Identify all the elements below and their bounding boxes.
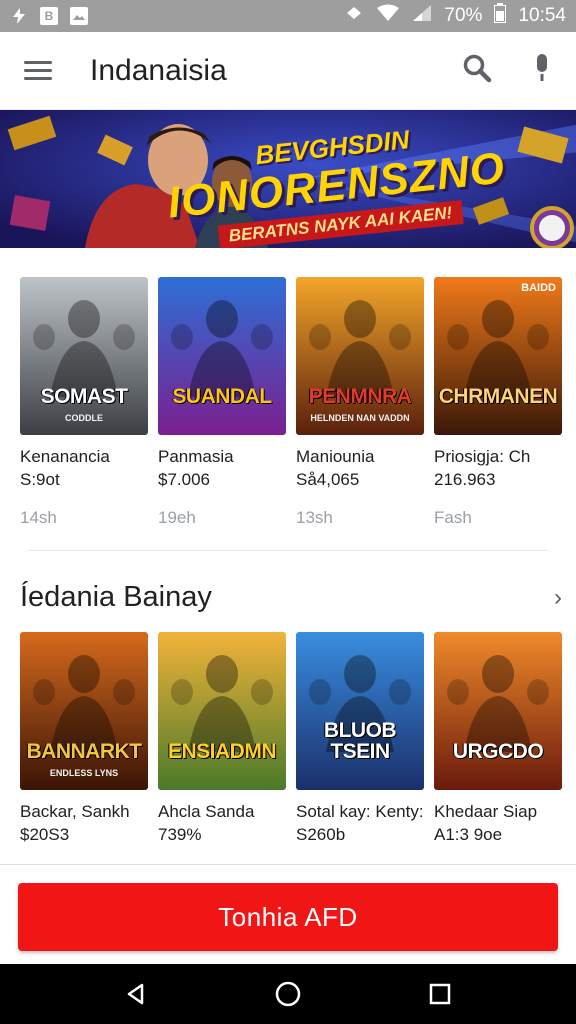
cover-title: CHRMANEN (438, 385, 558, 408)
app-notification-icon: B (40, 7, 58, 25)
cover-subtitle: ENDLESS LYNS (49, 768, 119, 778)
game-card[interactable]: URGCDO Khedaar Siap A1:3 9oe (434, 632, 562, 845)
game-card[interactable]: BANNARKT ENDLESS LYNS Backar, Sankh $20S3 (20, 632, 148, 845)
cover-title: PENMNRA (308, 385, 412, 408)
game-card[interactable]: BLUOB TSEIN Sotal kay: Kenty: S260b (296, 632, 424, 845)
system-navigation-bar (0, 964, 576, 1024)
game-card[interactable]: CHRMANEN BAIDD Priosigja: Ch 216.963 Fash (434, 277, 562, 528)
cover-corner-label: BAIDD (521, 282, 556, 294)
battery-percent: 70% (444, 5, 483, 26)
game-price: Så4,065 (296, 470, 360, 489)
image-notification-icon (70, 7, 88, 25)
game-cover-art: SUANDAL (158, 277, 286, 435)
featured-games-section: SOMAST CODDLE Kenanancia S:9ot 14sh SUANDAL Pa… (0, 248, 576, 551)
status-indicators: 70% 10:54 (344, 3, 566, 29)
game-cover-art: SOMAST CODDLE (20, 277, 148, 435)
section-two: BANNARKT ENDLESS LYNS Backar, Sankh $20S3 EN… (0, 632, 576, 845)
cover-title: SOMAST (40, 385, 128, 408)
cover-subtitle: CODDLE (65, 413, 103, 423)
game-title: Maniounia (296, 447, 375, 466)
wifi-icon (376, 4, 400, 28)
section-two-header[interactable]: Íedania Bainay › (0, 551, 576, 632)
status-notifications: B (10, 7, 88, 25)
clock: 10:54 (518, 5, 566, 26)
game-title: Khedaar Siap (434, 802, 538, 821)
game-card[interactable]: SOMAST CODDLE Kenanancia S:9ot 14sh (20, 277, 148, 528)
back-icon[interactable] (112, 970, 160, 1018)
signal-icon (412, 4, 432, 28)
game-price: S260b (296, 825, 346, 844)
game-cover-art: ENSIADMN (158, 632, 286, 790)
game-cover-art: BANNARKT ENDLESS LYNS (20, 632, 148, 790)
game-title: Ahcla Sanda (158, 802, 255, 821)
cover-title: SUANDAL (172, 385, 272, 408)
game-price: 216.963 (434, 470, 496, 489)
status-bar: B 70% 10:54 (0, 0, 576, 32)
battery-icon (494, 3, 507, 29)
game-title: Priosigja: Ch (434, 447, 531, 466)
cover-subtitle: HELNDEN NAN VADDN (310, 413, 410, 423)
cover-title: ENSIADMN (167, 740, 277, 763)
game-size: Fash (434, 508, 472, 527)
chevron-right-icon[interactable]: › (554, 584, 562, 612)
game-size: 13sh (296, 508, 333, 527)
game-price: $7.006 (158, 470, 210, 489)
game-cover-art: URGCDO (434, 632, 562, 790)
search-icon[interactable] (462, 53, 492, 88)
section-two-title: Íedania Bainay (20, 581, 212, 613)
game-price: $20S3 (20, 825, 70, 844)
game-title: Backar, Sankh (20, 802, 130, 821)
game-price: S:9ot (20, 470, 60, 489)
game-price: A1:3 9oe (434, 825, 503, 844)
game-size: 14sh (20, 508, 57, 527)
game-cover-art: CHRMANEN BAIDD (434, 277, 562, 435)
game-card[interactable]: ENSIADMN Ahcla Sanda 739% (158, 632, 286, 845)
game-title: Sotal kay: Kenty: (296, 802, 424, 821)
game-cover-art: BLUOB TSEIN (296, 632, 424, 790)
microphone-icon[interactable] (532, 53, 552, 88)
game-title: Panmasia (158, 447, 234, 466)
menu-icon[interactable] (24, 61, 52, 80)
game-price: 739% (158, 825, 202, 844)
game-size: 19eh (158, 508, 196, 527)
game-cover-art: PENMNRA HELNDEN NAN VADDN (296, 277, 424, 435)
bluetooth-icon (344, 4, 364, 28)
recents-icon[interactable] (416, 970, 464, 1018)
bottom-action-bar: Tonhia AFD (0, 864, 576, 964)
featured-games-row: SOMAST CODDLE Kenanancia S:9ot 14sh SUANDAL Pa… (20, 277, 562, 528)
game-title: Kenanancia (20, 447, 110, 466)
install-button[interactable]: Tonhia AFD (18, 883, 558, 951)
app-title: Indanaisia (90, 53, 227, 87)
bolt-icon (10, 7, 28, 25)
section-two-row: BANNARKT ENDLESS LYNS Backar, Sankh $20S3 EN… (20, 632, 562, 845)
cover-title: URGCDO (452, 740, 544, 763)
cover-title: BANNARKT (26, 740, 143, 763)
home-icon[interactable] (264, 970, 312, 1018)
promo-banner[interactable]: BEVGHSDIN IONORENSZNO BERATNS NAYK AAI K… (0, 110, 576, 248)
app-bar: Indanaisia (0, 32, 576, 110)
cover-title: BLUOB TSEIN (323, 719, 397, 763)
game-card[interactable]: PENMNRA HELNDEN NAN VADDN Maniounia Så4,065… (296, 277, 424, 528)
game-card[interactable]: SUANDAL Panmasia $7.006 19eh (158, 277, 286, 528)
